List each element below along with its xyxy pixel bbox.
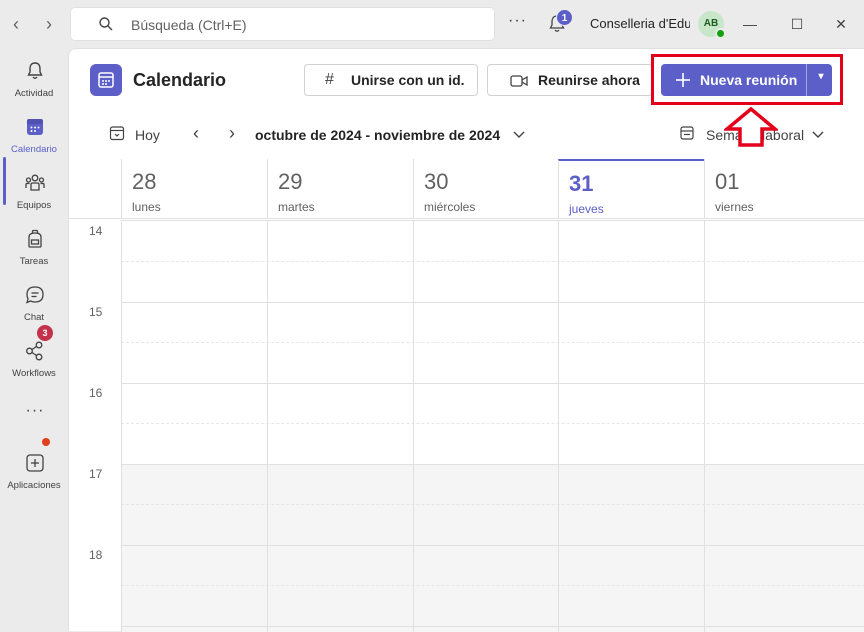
app-rail: Actividad Calendario Equipos Tareas Chat…: [0, 48, 68, 631]
organization-name[interactable]: Conselleria d'Edu...: [590, 16, 690, 31]
rail-item-teams[interactable]: Equipos: [0, 166, 68, 222]
more-icon: ···: [25, 402, 45, 419]
rail-item-label: Actividad: [14, 88, 54, 99]
next-week-icon[interactable]: ›: [229, 123, 235, 144]
highlight-annotation-box: [651, 54, 843, 105]
teams-icon: [25, 174, 45, 191]
day-name: lunes: [132, 200, 161, 214]
after-hours-shading: [121, 464, 864, 632]
day-column[interactable]: [121, 220, 122, 632]
day-number: 28: [132, 169, 157, 194]
title-bar: ‹ › Búsqueda (Ctrl+E) ··· 1 Conselleria …: [0, 0, 864, 48]
chevron-down-icon[interactable]: [811, 127, 825, 141]
previous-week-icon[interactable]: ‹: [193, 123, 199, 144]
hour-label: 14: [89, 224, 103, 238]
day-number: 30: [424, 169, 449, 194]
rail-item-more[interactable]: ···: [0, 390, 68, 446]
day-header[interactable]: 30 miércoles: [413, 159, 558, 219]
calendar-main: Calendario # Unirse con un id. Reunirse …: [68, 48, 864, 632]
arrow-up-annotation-icon: [724, 107, 778, 147]
search-input[interactable]: Búsqueda (Ctrl+E): [70, 7, 495, 41]
hour-line: [121, 626, 864, 627]
day-name: miércoles: [424, 200, 476, 214]
rail-item-chat[interactable]: Chat: [0, 278, 68, 334]
presence-available-icon: [715, 28, 726, 39]
meet-now-label: Reunirse ahora: [538, 72, 640, 88]
back-arrow-icon[interactable]: ‹: [6, 13, 26, 35]
rail-item-activity[interactable]: Actividad: [0, 54, 68, 110]
search-placeholder: Búsqueda (Ctrl+E): [131, 17, 247, 33]
close-icon[interactable]: ✕: [829, 12, 853, 36]
hour-label: 17: [89, 467, 103, 481]
half-hour-line: [121, 342, 864, 343]
chevron-down-icon[interactable]: [512, 127, 526, 141]
more-notification-dot: [42, 438, 50, 446]
day-name: viernes: [715, 200, 754, 214]
day-column[interactable]: [267, 220, 268, 632]
rail-item-label: Calendario: [11, 144, 57, 155]
rail-item-label: Tareas: [19, 256, 49, 267]
rail-item-tasks[interactable]: Tareas: [0, 222, 68, 278]
rail-item-label: Chat: [23, 312, 45, 323]
day-number: 31: [569, 171, 594, 196]
calendar-icon: [27, 119, 43, 135]
date-range-label[interactable]: octubre de 2024 - noviembre de 2024: [255, 127, 500, 143]
backpack-icon: [28, 229, 42, 248]
minimize-icon[interactable]: —: [738, 12, 762, 36]
half-hour-line: [121, 261, 864, 262]
day-column[interactable]: [558, 220, 559, 632]
calendar-grid[interactable]: 14 15 16 17 18: [69, 220, 864, 632]
hour-line: [121, 545, 864, 546]
day-header[interactable]: 29 martes: [267, 159, 413, 219]
hour-line: [121, 383, 864, 384]
notification-badge: 1: [556, 9, 573, 26]
day-header[interactable]: 28 lunes: [121, 159, 267, 219]
day-number: 29: [278, 169, 303, 194]
rail-item-label: Aplicaciones: [7, 480, 61, 491]
bell-icon: [27, 62, 43, 79]
day-name: jueves: [569, 202, 604, 216]
day-name: martes: [278, 200, 315, 214]
join-with-id-label: Unirse con un id.: [351, 72, 465, 88]
hour-label: 18: [89, 548, 103, 562]
hour-line: [121, 464, 864, 465]
more-options-icon[interactable]: ···: [508, 12, 527, 30]
meet-now-button[interactable]: Reunirse ahora: [487, 64, 653, 96]
rail-item-label: Equipos: [16, 200, 52, 211]
half-hour-line: [121, 585, 864, 586]
add-apps-icon: [26, 454, 44, 472]
chat-icon: [25, 286, 44, 304]
hashtag-icon: #: [325, 71, 334, 88]
hour-header-spacer: [69, 159, 121, 219]
forward-arrow-icon[interactable]: ›: [39, 13, 59, 35]
maximize-icon[interactable]: ☐: [785, 12, 809, 36]
search-icon: [99, 17, 113, 31]
day-header[interactable]: 01 viernes: [704, 159, 864, 219]
rail-item-workflows[interactable]: Workflows: [0, 334, 68, 390]
half-hour-line: [121, 423, 864, 424]
hour-label: 16: [89, 386, 103, 400]
workflows-icon: [26, 341, 43, 361]
calendar-app-icon: [90, 64, 122, 96]
view-calendar-icon: [680, 126, 694, 140]
rail-item-calendar[interactable]: Calendario: [0, 110, 68, 166]
day-header-today[interactable]: 31 jueves: [558, 159, 704, 219]
hour-line: [121, 220, 864, 221]
day-number: 01: [715, 169, 740, 194]
today-calendar-icon: [109, 126, 125, 141]
video-camera-icon: [510, 75, 528, 87]
day-column[interactable]: [704, 220, 705, 632]
day-column[interactable]: [413, 220, 414, 632]
join-with-id-button[interactable]: # Unirse con un id.: [304, 64, 478, 96]
hour-line: [121, 302, 864, 303]
today-button[interactable]: Hoy: [135, 127, 160, 143]
rail-item-apps[interactable]: Aplicaciones: [0, 446, 68, 502]
page-title: Calendario: [133, 70, 227, 90]
half-hour-line: [121, 504, 864, 505]
hour-label: 15: [89, 305, 103, 319]
rail-item-label: Workflows: [12, 368, 56, 379]
